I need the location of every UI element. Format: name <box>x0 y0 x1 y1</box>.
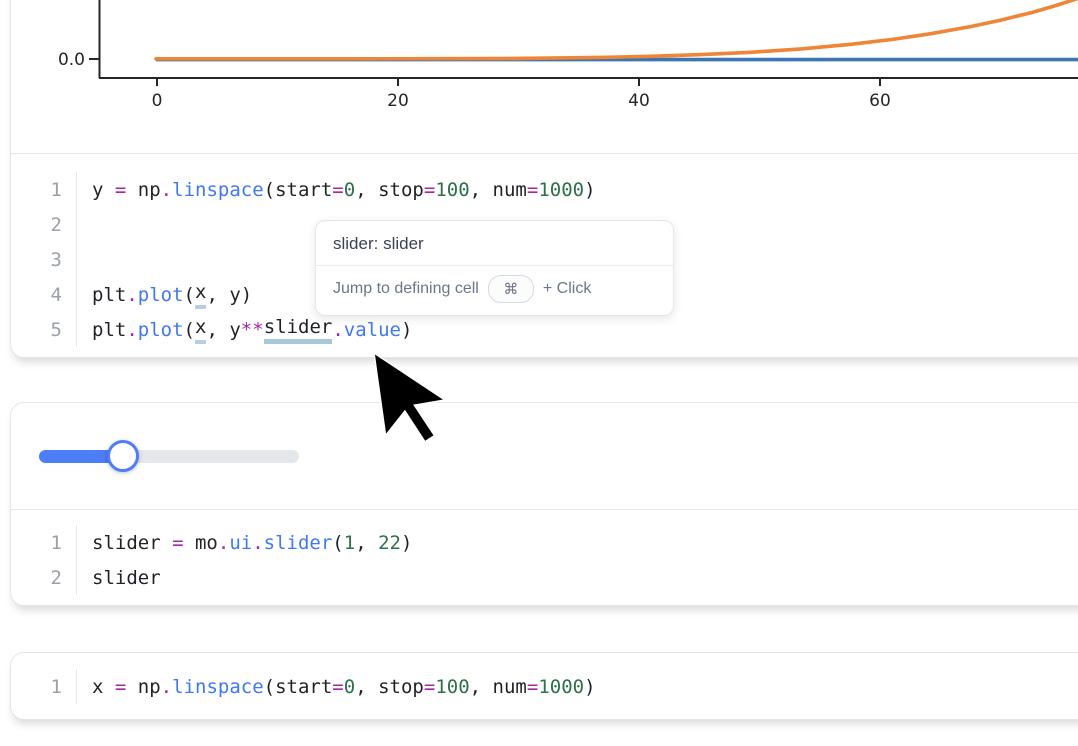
code-line[interactable]: 1y = np.linspace(start=0, stop=100, num=… <box>11 172 1078 207</box>
code-text: slider <box>77 560 161 595</box>
line-number: 4 <box>11 277 77 312</box>
slider-output <box>11 403 1078 509</box>
code-text: y = np.linspace(start=0, stop=100, num=1… <box>77 172 596 207</box>
line-number: 3 <box>11 242 77 277</box>
cmd-key-badge: ⌘ <box>488 275 534 303</box>
svg-text:20: 20 <box>387 91 409 111</box>
line-chart: 0.0 0 20 40 60 <box>11 0 1078 153</box>
code-text: slider = mo.ui.slider(1, 22) <box>77 525 412 560</box>
code-text: plt.plot(x, y**slider.value) <box>77 312 412 347</box>
slider-thumb[interactable] <box>107 440 139 472</box>
code-text <box>77 242 92 277</box>
variable-tooltip: slider: slider Jump to defining cell ⌘ +… <box>315 220 674 316</box>
code-line[interactable]: 2slider <box>11 560 1078 595</box>
tooltip-action-row[interactable]: Jump to defining cell ⌘ + Click <box>316 266 673 315</box>
cell-x-definition: 1x = np.linspace(start=0, stop=100, num=… <box>10 652 1078 720</box>
line-number: 1 <box>11 669 77 704</box>
slider-track[interactable] <box>39 450 299 463</box>
svg-text:0: 0 <box>152 91 163 111</box>
plot-output: 0.0 0 20 40 60 <box>11 0 1078 153</box>
tooltip-title: slider: slider <box>316 221 673 265</box>
line-number: 1 <box>11 172 77 207</box>
tooltip-action-suffix: + Click <box>543 280 591 298</box>
code-line[interactable]: 5plt.plot(x, y**slider.value) <box>11 312 1078 347</box>
code-editor-3[interactable]: 1x = np.linspace(start=0, stop=100, num=… <box>11 653 1078 704</box>
code-text: x = np.linspace(start=0, stop=100, num=1… <box>77 669 596 704</box>
line-number: 2 <box>11 207 77 242</box>
code-line[interactable]: 1x = np.linspace(start=0, stop=100, num=… <box>11 669 1078 704</box>
code-editor-2[interactable]: 1slider = mo.ui.slider(1, 22)2slider <box>11 510 1078 595</box>
code-line[interactable]: 1slider = mo.ui.slider(1, 22) <box>11 525 1078 560</box>
line-number: 1 <box>11 525 77 560</box>
svg-text:60: 60 <box>869 91 891 111</box>
code-text <box>77 207 92 242</box>
code-text: plt.plot(x, y) <box>77 277 252 312</box>
svg-text:40: 40 <box>628 91 650 111</box>
line-number: 5 <box>11 312 77 347</box>
line-number: 2 <box>11 560 77 595</box>
tooltip-action-label: Jump to defining cell <box>333 280 479 298</box>
marimo-notebook: 0.00204060 1y = np.linspace(start=0, sto… <box>0 0 1078 746</box>
cell-slider: 1slider = mo.ui.slider(1, 22)2slider <box>10 402 1078 606</box>
svg-text:0.0: 0.0 <box>58 50 85 70</box>
